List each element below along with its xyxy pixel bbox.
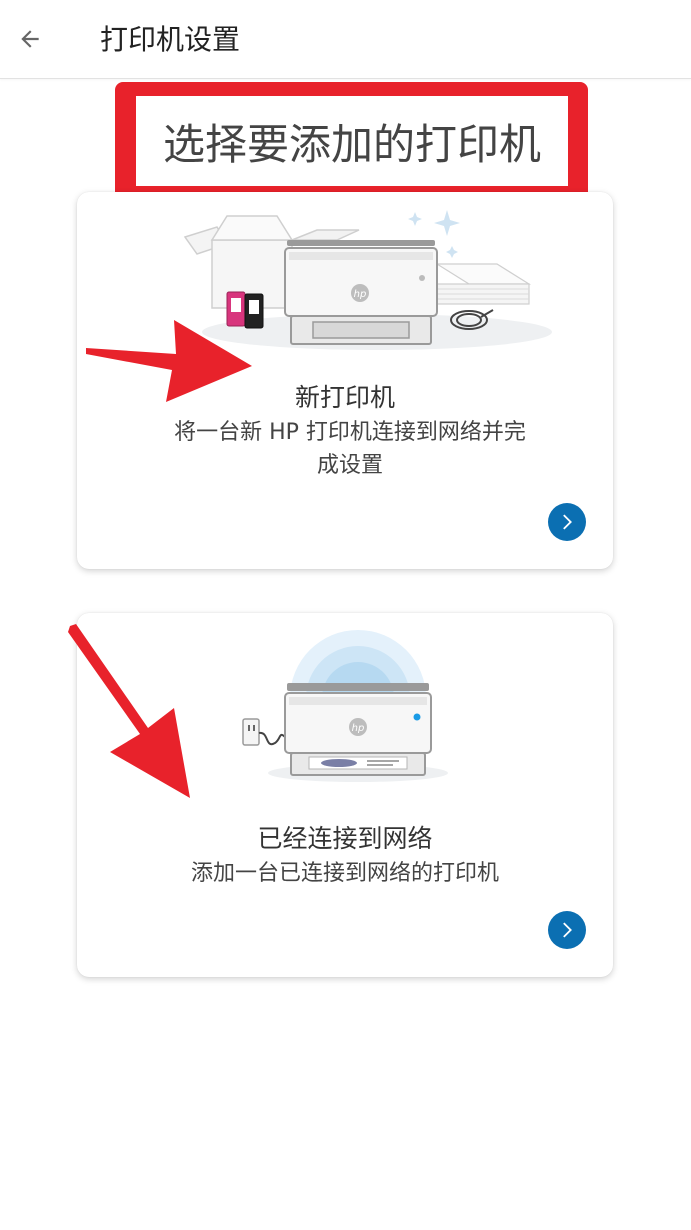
option-title: 已经连接到网络	[257, 824, 433, 853]
heading-highlight: 选择要添加的打印机	[115, 82, 588, 202]
section-heading: 选择要添加的打印机	[136, 96, 568, 186]
chevron-right-icon	[563, 514, 572, 530]
annotation-arrow-icon	[86, 320, 252, 402]
next-button[interactable]	[548, 503, 586, 541]
hp-logo: hp	[354, 289, 367, 300]
app-bar: 打印机设置	[0, 0, 691, 79]
annotation-arrow-icon	[68, 624, 190, 798]
arrow-left-icon	[21, 30, 39, 48]
page-title: 打印机设置	[100, 23, 241, 56]
option-description: 将一台新 HP 打印机连接到网络并完成设置	[174, 420, 526, 478]
next-button[interactable]	[548, 911, 586, 949]
chevron-right-icon	[563, 922, 572, 938]
option-description: 添加一台已连接到网络的打印机	[190, 861, 499, 886]
hp-logo: hp	[352, 723, 365, 734]
back-button[interactable]	[8, 17, 52, 61]
